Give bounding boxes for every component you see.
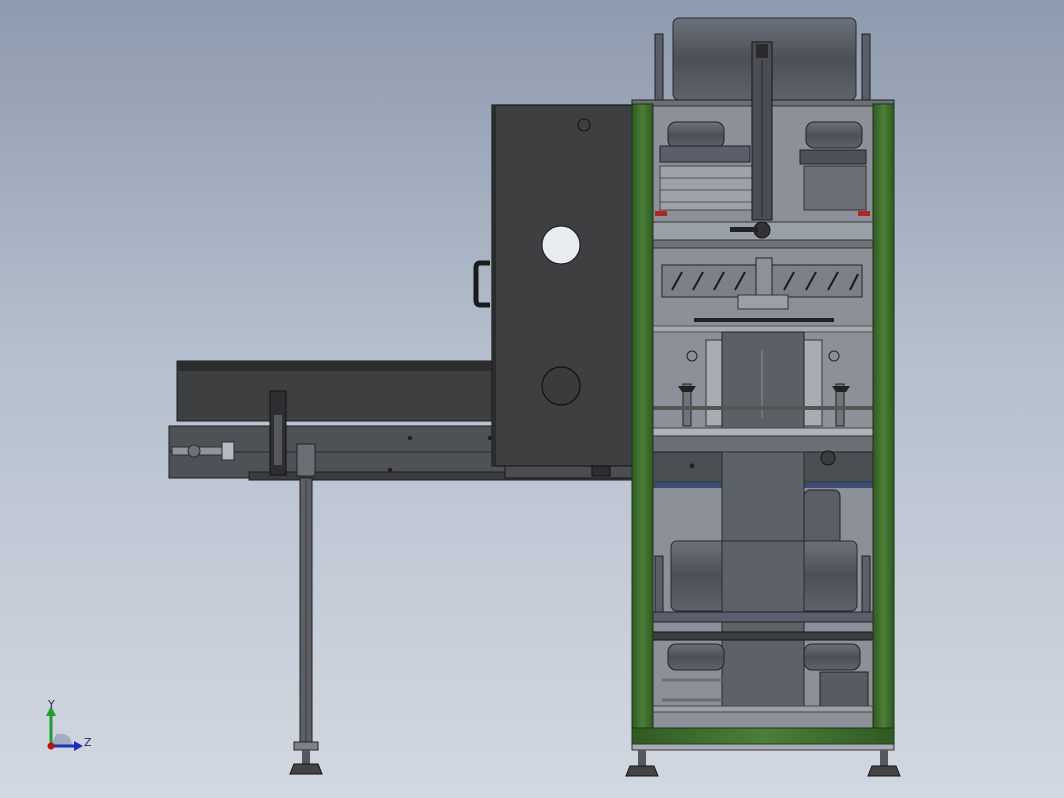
viewing-hole <box>541 225 581 265</box>
frame-base <box>631 727 895 747</box>
leveling-foot <box>289 763 323 775</box>
cover-panel <box>491 104 635 467</box>
door-handle <box>473 260 490 308</box>
conveyor-guard-top <box>177 361 497 371</box>
main-machine[interactable] <box>625 17 901 777</box>
foot-left <box>625 765 659 777</box>
cover-box[interactable] <box>473 104 636 479</box>
z-axis-label: Z <box>84 736 92 749</box>
frame-post-left <box>631 103 654 733</box>
tension-nut <box>221 441 235 461</box>
coordinate-triad: Y Z <box>38 698 108 768</box>
foot-right <box>867 765 901 777</box>
y-axis-label: Y <box>48 698 55 711</box>
port-hole <box>541 366 581 406</box>
cad-viewport[interactable]: Y Z <box>0 0 1064 798</box>
frame-post-right <box>872 103 895 733</box>
machine-model[interactable] <box>0 0 1064 798</box>
center-block <box>721 331 805 429</box>
leg-mount <box>296 443 316 477</box>
